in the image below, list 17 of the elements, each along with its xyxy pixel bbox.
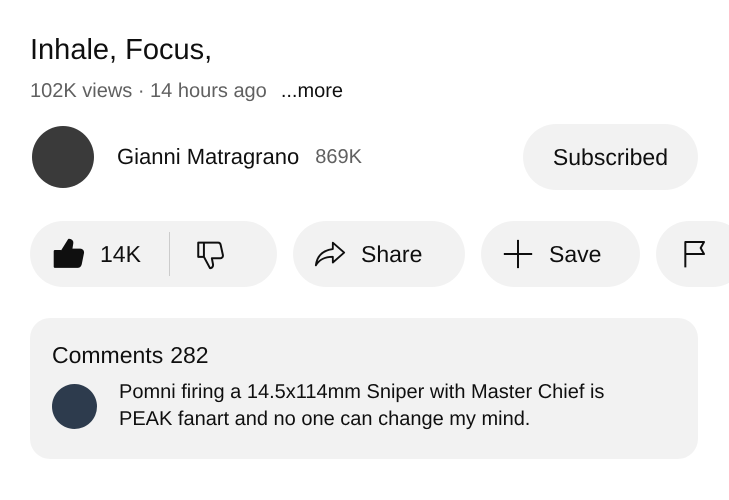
channel-name[interactable]: Gianni Matragrano bbox=[117, 144, 300, 170]
subscribed-button[interactable]: Subscribed bbox=[522, 124, 698, 190]
comments-label: Comments bbox=[52, 342, 164, 369]
report-button[interactable] bbox=[656, 221, 729, 287]
comments-card[interactable]: Comments 282 Pomni firing a 14.5x114mm Sniper with Master Chief is PEAK fanart and no one can change my mind. bbox=[30, 318, 698, 459]
plus-icon bbox=[501, 237, 535, 271]
more-link[interactable]: ...more bbox=[280, 80, 344, 103]
top-comment: Pomni firing a 14.5x114mm Sniper with Master Chief is PEAK fanart and no one can change my mind. bbox=[119, 380, 606, 432]
thumbs-up-icon bbox=[52, 237, 86, 271]
comment-count: 282 bbox=[170, 342, 209, 369]
save-button[interactable]: Save bbox=[481, 221, 640, 287]
view-count-and-age: 102K views · 14 hours ago bbox=[30, 80, 267, 103]
like-button[interactable]: 14K bbox=[30, 221, 169, 287]
subscriber-count: 869K bbox=[315, 146, 362, 168]
share-button[interactable]: Share bbox=[293, 221, 465, 287]
commenter-avatar bbox=[52, 384, 97, 428]
video-title: Inhale, Focus, bbox=[30, 33, 214, 68]
